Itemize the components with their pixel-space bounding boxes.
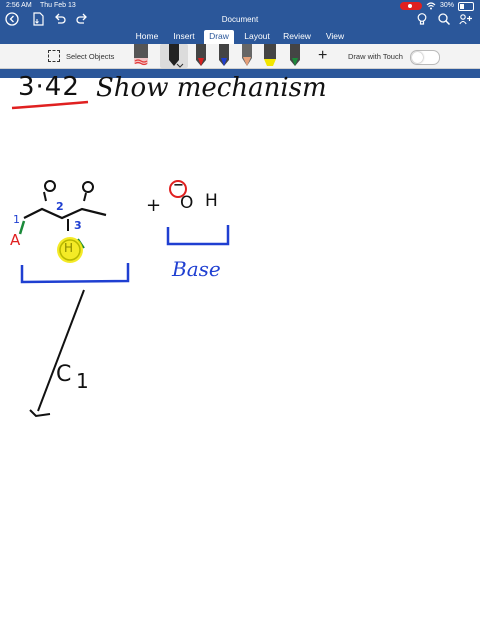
toggle-knob — [412, 52, 423, 63]
heading-underline — [11, 100, 89, 110]
oxygen-1 — [44, 180, 56, 192]
substrate-bracket — [20, 263, 130, 284]
carbon-chain — [23, 207, 107, 220]
pen-red-icon[interactable] — [190, 44, 212, 68]
draw-ribbon: Select Objects + Draw with Touch — [0, 44, 480, 69]
add-pen-icon[interactable]: + — [318, 47, 327, 65]
undo-icon[interactable] — [52, 12, 68, 28]
step-c-label: C — [56, 362, 72, 387]
carbonyl-bond-2 — [83, 192, 87, 202]
tab-insert[interactable]: Insert — [168, 30, 200, 44]
title-row: Document — [0, 10, 480, 30]
carbon-3-label: 3 — [74, 219, 82, 232]
carbonyl-bond-1 — [43, 191, 47, 202]
negative-charge: − — [173, 178, 184, 193]
redo-icon[interactable] — [74, 12, 90, 28]
hydroxide-hydrogen: H — [205, 191, 218, 211]
share-icon[interactable] — [458, 12, 474, 28]
base-label: Base — [172, 257, 221, 281]
step-subscript: 1 — [76, 369, 89, 393]
document-title: Document — [221, 15, 259, 24]
alpha-bond-green — [18, 220, 26, 235]
pencil-red-pen-icon[interactable] — [130, 44, 152, 68]
tab-draw[interactable]: Draw — [204, 30, 234, 44]
base-bracket — [166, 225, 230, 246]
heading-number: 3·42 — [18, 72, 80, 102]
carbon-1-label: 1 — [13, 213, 20, 226]
draw-with-touch-label: Draw with Touch — [348, 52, 403, 61]
screen-recording-icon — [399, 2, 422, 10]
acidic-h-label: A — [10, 231, 21, 249]
oxygen-2 — [82, 181, 94, 193]
tab-view[interactable]: View — [320, 30, 350, 44]
pen-blue-icon[interactable] — [213, 44, 235, 68]
ribbon-tabs: Home Insert Draw Layout Review View — [0, 30, 480, 44]
plus-sign: + — [146, 195, 162, 216]
tab-home[interactable]: Home — [130, 30, 164, 44]
wifi-icon — [426, 2, 436, 10]
back-icon[interactable] — [4, 12, 20, 28]
ink-layer — [11, 100, 230, 418]
tab-layout[interactable]: Layout — [240, 30, 274, 44]
pencil-orange-icon[interactable] — [236, 44, 258, 68]
proton-label: H — [64, 241, 74, 255]
tab-review[interactable]: Review — [280, 30, 314, 44]
search-icon[interactable] — [436, 12, 452, 28]
select-objects-label: Select Objects — [66, 51, 115, 61]
lightbulb-icon[interactable] — [414, 12, 430, 28]
arrow-head — [29, 409, 51, 418]
pen-green-icon[interactable] — [284, 44, 306, 68]
battery-level — [460, 3, 464, 9]
draw-with-touch-toggle[interactable] — [410, 50, 440, 65]
lasso-select-icon — [48, 50, 60, 62]
drawing-canvas[interactable]: 3·42 Show mechanism 1 2 3 A H + − O H Ba… — [0, 69, 480, 640]
select-objects-button[interactable]: Select Objects — [48, 50, 114, 62]
file-icon[interactable] — [30, 12, 46, 28]
heading-text: Show mechanism — [96, 73, 327, 103]
highlighter-yellow-icon[interactable] — [259, 44, 281, 68]
carbon-2-label: 2 — [56, 200, 64, 213]
hydroxide-oxygen: O — [180, 193, 194, 213]
pen-black-icon[interactable] — [163, 44, 185, 68]
